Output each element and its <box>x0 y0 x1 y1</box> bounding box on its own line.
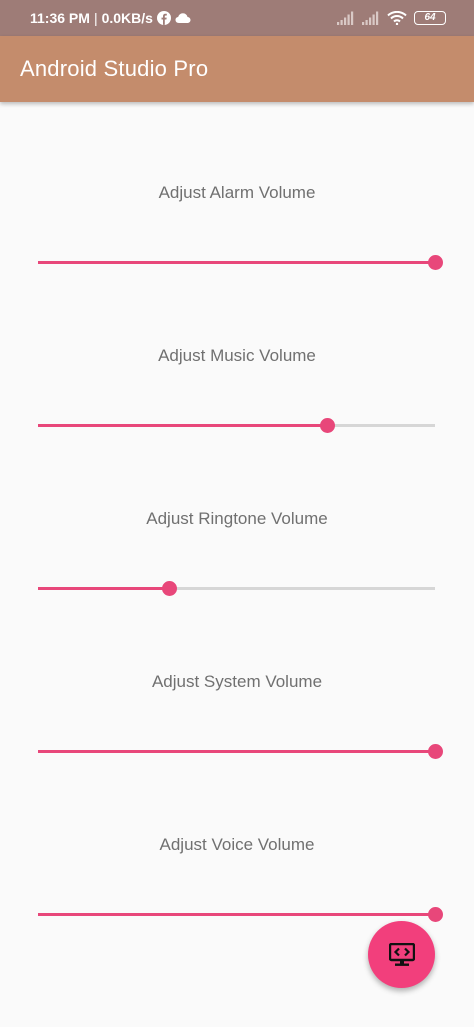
battery-level: 64 <box>424 12 436 23</box>
app-title: Android Studio Pro <box>20 56 209 81</box>
voice-volume-slider[interactable] <box>38 902 443 926</box>
status-right: 64 <box>337 0 446 36</box>
slider-fill <box>38 261 435 264</box>
volume-section-voice: Adjust Voice Volume <box>0 754 474 922</box>
voice-volume-label: Adjust Voice Volume <box>159 835 315 854</box>
wifi-icon <box>387 11 407 25</box>
signal-icon <box>362 11 380 25</box>
facebook-icon <box>156 11 171 25</box>
volume-section-ringtone: Adjust Ringtone Volume <box>0 428 474 596</box>
app-bar: Android Studio Pro <box>0 36 474 102</box>
system-volume-label: Adjust System Volume <box>151 672 323 691</box>
volume-list: Adjust Alarm Volume Adjust Music Volume … <box>0 102 474 1027</box>
slider-thumb[interactable] <box>427 907 443 922</box>
slider-fill <box>38 424 328 427</box>
volume-section-system: Adjust System Volume <box>0 591 474 759</box>
slider-fill <box>38 750 435 753</box>
cloud-icon <box>175 12 191 24</box>
code-monitor-icon <box>388 942 415 967</box>
signal-icon <box>337 11 355 25</box>
alarm-volume-label: Adjust Alarm Volume <box>158 183 316 202</box>
slider-fill <box>38 587 169 590</box>
status-bar: 11:36 PM | 0.0KB/s 64 <box>0 0 474 36</box>
code-fab-button[interactable] <box>368 921 435 988</box>
status-separator: | <box>93 10 98 26</box>
status-network-speed: 0.0KB/s <box>101 10 153 26</box>
ringtone-volume-label: Adjust Ringtone Volume <box>146 509 328 528</box>
status-left: 11:36 PM | 0.0KB/s <box>30 0 191 36</box>
status-time: 11:36 PM <box>30 10 90 26</box>
battery-icon: 64 <box>414 11 446 25</box>
volume-section-alarm: Adjust Alarm Volume <box>0 102 474 270</box>
volume-section-music: Adjust Music Volume <box>0 265 474 433</box>
slider-fill <box>38 913 435 916</box>
music-volume-label: Adjust Music Volume <box>158 346 316 365</box>
